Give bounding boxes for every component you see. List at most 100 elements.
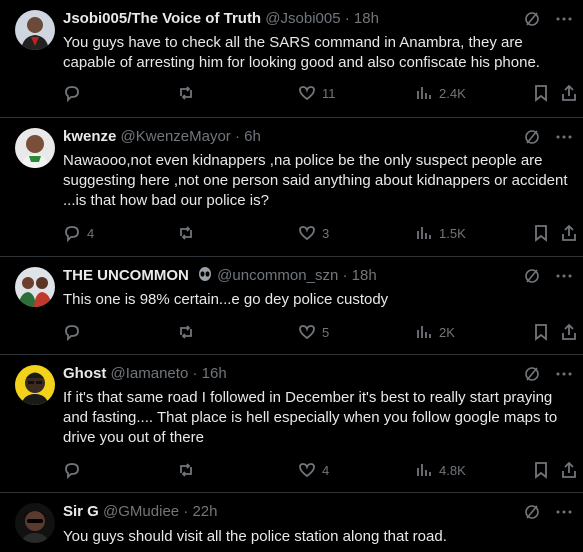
tweet-text: If it's that same road I followed in Dec… [63,389,558,446]
user-handle[interactable]: @uncommon_szn [217,267,338,284]
share-button[interactable] [560,84,578,102]
reply-button[interactable]: 4 [63,224,94,242]
bookmark-icon [535,85,547,102]
timestamp[interactable]: 16h [202,365,227,382]
view-count: 4.8K [439,462,466,478]
separator-dot: · [234,128,240,145]
grok-icon[interactable] [523,365,541,383]
display-name[interactable]: Sir G [63,503,99,520]
tweet[interactable]: kwenze @KwenzeMayor · 6h Nawaooo,not eve… [0,118,583,257]
reply-button[interactable] [63,84,87,102]
reply-icon [65,463,79,479]
more-options-icon[interactable] [555,365,573,383]
user-handle[interactable]: @GMudiee [103,503,179,520]
reply-button[interactable] [63,323,87,341]
share-icon [562,461,576,478]
separator-dot: · [183,503,189,520]
retweet-button[interactable] [177,84,201,102]
like-count: 11 [322,85,336,101]
tweet-header: Ghost @Iamaneto · 16h [63,364,227,384]
tweet[interactable]: Ghost @Iamaneto · 16h If it's that same … [0,355,583,493]
heart-icon [299,325,315,340]
separator-dot: · [344,10,350,27]
timestamp[interactable]: 6h [244,128,261,145]
grok-icon[interactable] [523,267,541,285]
display-name[interactable]: THE UNCOMMON [63,267,189,284]
avatar[interactable] [15,267,55,307]
avatar[interactable] [15,10,55,50]
avatar[interactable] [15,128,55,168]
like-button[interactable]: 3 [298,224,329,242]
reply-button[interactable] [63,461,87,479]
alien-emoji-icon [199,267,211,281]
tweet-text: You guys should visit all the police sta… [63,528,447,545]
display-name[interactable]: Jsobi005/The Voice of Truth [63,10,261,27]
like-button[interactable]: 5 [298,323,329,341]
bookmark-button[interactable] [532,461,550,479]
like-count: 5 [322,324,330,340]
tweet-text: Nawaooo,not even kidnappers ,na police b… [63,152,568,209]
more-options-icon[interactable] [555,267,573,285]
share-button[interactable] [560,224,578,242]
bookmark-icon [535,324,547,341]
timestamp[interactable]: 22h [192,503,217,520]
more-options-icon[interactable] [555,128,573,146]
tweet-header: Sir G @GMudiee · 22h [63,502,218,522]
display-name[interactable]: Ghost [63,365,106,382]
retweet-button[interactable] [177,323,201,341]
timestamp[interactable]: 18h [354,10,379,27]
user-handle[interactable]: @KwenzeMayor [121,128,231,145]
view-count: 2K [439,324,455,340]
tweet[interactable]: Jsobi005/The Voice of Truth @Jsobi005 · … [0,0,583,118]
user-handle[interactable]: @Iamaneto [111,365,189,382]
grok-icon[interactable] [523,10,541,28]
reply-icon [65,325,79,341]
separator-dot: · [342,267,348,284]
views-icon [417,464,431,476]
tweet[interactable]: Sir G @GMudiee · 22h You guys should vis… [0,493,583,552]
views-button[interactable]: 1.5K [415,224,466,242]
separator-dot: · [192,365,198,382]
tweet[interactable]: THE UNCOMMON @uncommon_szn · 18h This on… [0,257,583,355]
more-options-icon[interactable] [555,503,573,521]
avatar[interactable] [15,503,55,543]
retweet-icon [180,463,192,477]
share-button[interactable] [560,323,578,341]
timestamp[interactable]: 18h [352,267,377,284]
reply-icon [65,86,79,102]
grok-icon[interactable] [523,128,541,146]
more-options-icon[interactable] [555,10,573,28]
tweet-text: This one is 98% certain...e go dey polic… [63,291,389,308]
retweet-button[interactable] [177,224,201,242]
retweet-icon [180,325,192,339]
bookmark-button[interactable] [532,224,550,242]
display-name[interactable]: kwenze [63,128,116,145]
view-count: 2.4K [439,85,466,101]
heart-icon [299,463,315,478]
like-button[interactable]: 4 [298,461,329,479]
views-icon [417,326,431,338]
tweet-text: You guys have to check all the SARS comm… [63,34,540,71]
grok-icon[interactable] [523,503,541,521]
share-icon [562,224,576,241]
retweet-button[interactable] [177,461,201,479]
views-button[interactable]: 2.4K [415,84,466,102]
views-button[interactable]: 2K [415,323,455,341]
retweet-icon [180,86,192,100]
bookmark-icon [535,462,547,479]
like-button[interactable]: 11 [298,84,336,102]
bookmark-button[interactable] [532,323,550,341]
views-button[interactable]: 4.8K [415,461,466,479]
bookmark-button[interactable] [532,84,550,102]
avatar[interactable] [15,365,55,405]
tweet-header: THE UNCOMMON @uncommon_szn · 18h [63,266,377,286]
view-count: 1.5K [439,225,466,241]
heart-icon [299,86,315,101]
tweet-header: kwenze @KwenzeMayor · 6h [63,127,261,147]
heart-icon [299,226,315,241]
share-button[interactable] [560,461,578,479]
retweet-icon [180,226,192,240]
user-handle[interactable]: @Jsobi005 [265,10,340,27]
views-icon [417,227,431,239]
bookmark-icon [535,225,547,242]
